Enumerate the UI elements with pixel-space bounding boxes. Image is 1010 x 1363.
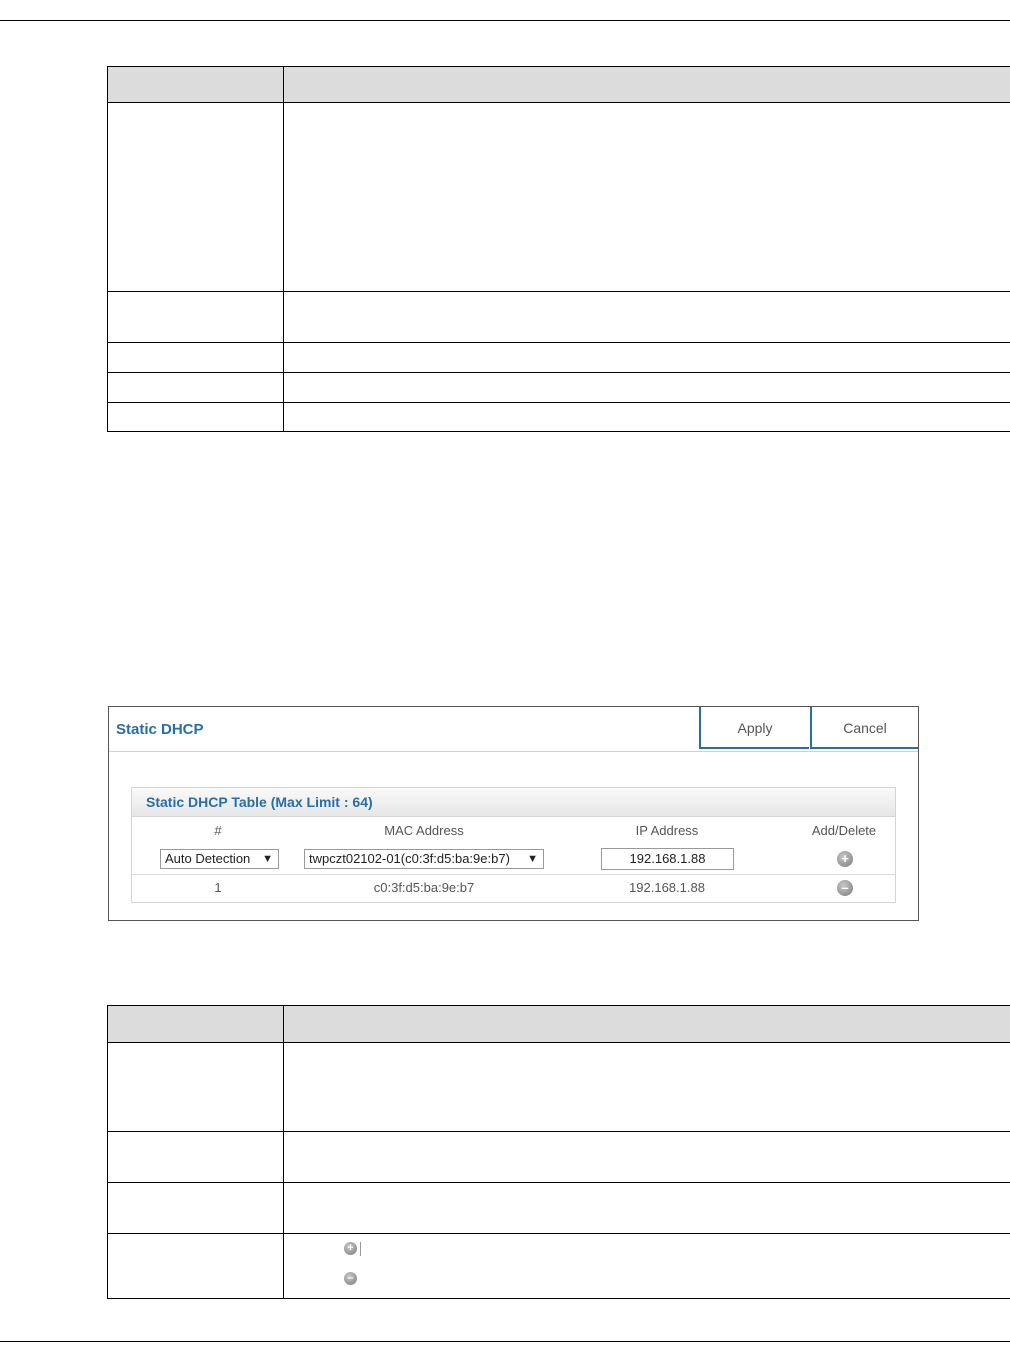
- static-dhcp-table: Static DHCP Table (Max Limit : 64) # MAC…: [131, 787, 896, 903]
- panel-header: Static DHCP Apply Cancel: [109, 707, 918, 752]
- table-title-bar: Static DHCP Table (Max Limit : 64): [132, 788, 895, 817]
- table-row: [107, 342, 1010, 373]
- apply-button[interactable]: Apply: [699, 707, 809, 749]
- description-table-top: [107, 66, 1010, 432]
- table-row: [107, 402, 1010, 432]
- minus-circle-icon[interactable]: –: [837, 880, 853, 896]
- chevron-down-icon: ▼: [527, 853, 538, 865]
- plus-circle-icon: +: [344, 1242, 357, 1255]
- plus-circle-icon[interactable]: +: [837, 851, 853, 867]
- table-row: [107, 102, 1010, 292]
- column-header-number: #: [214, 823, 222, 838]
- cancel-button[interactable]: Cancel: [810, 707, 918, 749]
- top-rule: [0, 20, 1010, 21]
- ip-address-input[interactable]: 192.168.1.88: [601, 848, 734, 870]
- table-row: [107, 1042, 1010, 1132]
- table-row: [107, 1182, 1010, 1234]
- table-header-row: [107, 66, 1010, 103]
- column-header-add-delete: Add/Delete: [811, 823, 877, 838]
- bottom-rule: [0, 1341, 1010, 1342]
- text-cursor: [360, 1242, 361, 1256]
- mac-select-value: twpczt02102-01(c0:3f:d5:ba:9e:b7): [309, 851, 510, 866]
- panel-title: Static DHCP: [116, 721, 204, 738]
- row-mac-address: c0:3f:d5:ba:9e:b7: [373, 880, 475, 895]
- table-header-row: [107, 1005, 1010, 1043]
- minus-circle-icon: –: [344, 1272, 357, 1285]
- table-row: [107, 291, 1010, 343]
- table-row: + –: [107, 1233, 1010, 1299]
- table-row: [107, 372, 1010, 403]
- number-select-value: Auto Detection: [165, 851, 251, 866]
- number-select[interactable]: Auto Detection ▼: [160, 849, 279, 869]
- table-title: Static DHCP Table (Max Limit : 64): [146, 794, 373, 810]
- description-table-bottom: + –: [107, 1005, 1010, 1299]
- table-row: [107, 1131, 1010, 1183]
- mac-address-select[interactable]: twpczt02102-01(c0:3f:d5:ba:9e:b7) ▼: [304, 849, 544, 869]
- column-header-ip: IP Address: [635, 823, 699, 838]
- static-dhcp-panel: Static DHCP Apply Cancel Static DHCP Tab…: [108, 706, 919, 921]
- row-divider: [132, 874, 895, 875]
- column-header-mac: MAC Address: [384, 823, 464, 838]
- row-number: 1: [214, 880, 222, 895]
- row-ip-address: 192.168.1.88: [629, 880, 705, 895]
- chevron-down-icon: ▼: [262, 853, 273, 865]
